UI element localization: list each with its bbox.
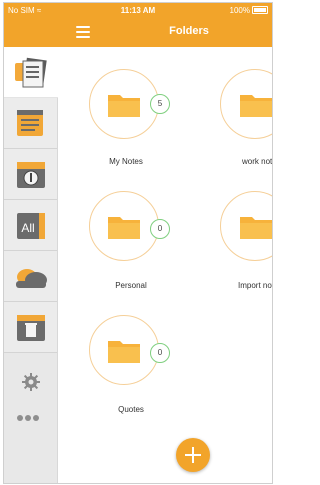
sidebar-item-notepad[interactable] [4,98,57,149]
folder-icon [240,217,272,239]
sidebar-item-all[interactable]: All [4,200,57,251]
battery-icon [252,6,268,14]
svg-text:All: All [21,221,34,235]
folder-icon [108,217,140,239]
menu-icon[interactable] [76,26,90,38]
folder-item-personal[interactable]: 0 Personal [58,167,178,291]
all-icon: All [17,213,45,239]
trash-icon [17,315,45,341]
add-folder-button[interactable] [176,438,210,472]
folder-item-import-notes[interactable]: Import not [208,167,273,291]
folder-count-badge: 0 [150,343,170,363]
sidebar-item-cloud[interactable] [4,251,57,302]
sidebar-item-notes[interactable] [4,47,58,98]
folder-icon [108,341,140,363]
notepad-icon [17,110,43,136]
page-title: Folders [169,25,209,37]
folder-label: work note [242,157,273,166]
nav-bar: Folders [4,17,272,47]
battery-status: 100% [230,6,268,15]
sidebar-item-trash[interactable] [4,302,57,353]
gear-icon[interactable] [21,372,41,392]
folder-item-my-notes[interactable]: 5 My Notes [58,47,178,167]
folder-label: Import not [238,281,273,290]
calendar-icon [17,162,45,188]
folder-icon [108,95,140,117]
folder-count-badge: 5 [150,94,170,114]
app-window: No SIM ≈ 11:13 AM 100% Folders All 5 My … [3,2,273,484]
status-bar: No SIM ≈ 11:13 AM 100% [4,3,272,17]
folder-count-badge: 0 [150,219,170,239]
folder-icon [240,95,272,117]
cloud-icon [16,269,47,288]
more-dots-icon[interactable] [17,408,45,421]
sidebar-item-calendar[interactable] [4,149,57,200]
folder-grid: 5 My Notes work note 0 Personal [58,47,272,483]
notes-icon [15,57,47,88]
folder-item-work-note[interactable]: work note [208,47,273,167]
plus-icon [185,447,201,463]
folder-label: Personal [115,281,147,290]
folder-label: Quotes [118,405,144,414]
sidebar: All [4,47,58,483]
folder-item-quotes[interactable]: 0 Quotes [58,291,178,421]
folder-label: My Notes [109,157,143,166]
